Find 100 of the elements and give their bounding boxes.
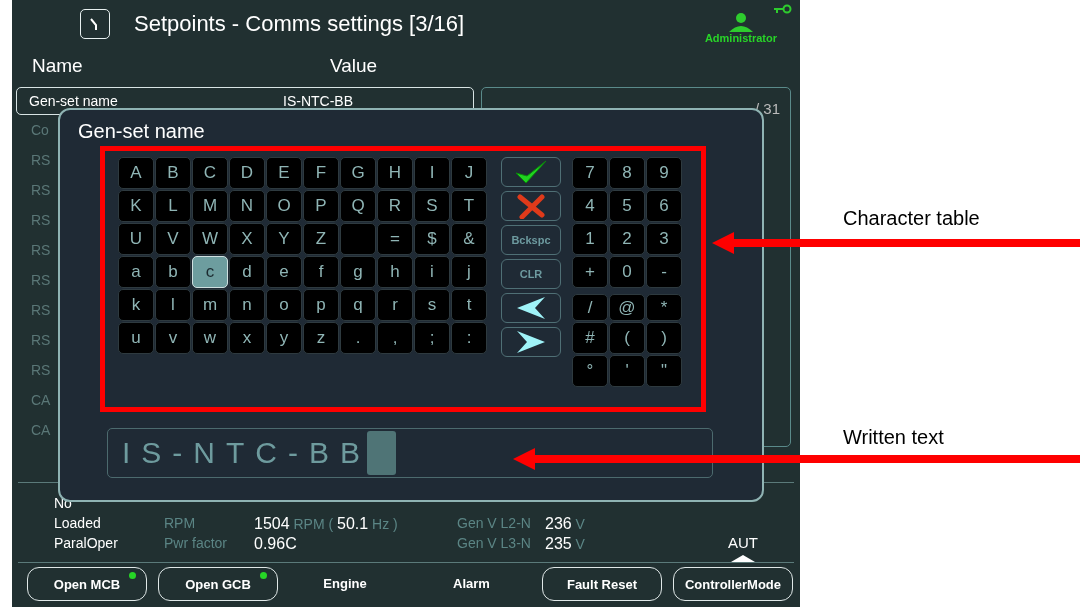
key-button[interactable]: G [340, 157, 376, 189]
key-button[interactable]: p [303, 289, 339, 321]
key-button[interactable]: 3 [646, 223, 682, 255]
key-button[interactable]: q [340, 289, 376, 321]
key-button[interactable]: V [155, 223, 191, 255]
key-button[interactable]: 9 [646, 157, 682, 189]
key-button[interactable]: . [340, 322, 376, 354]
key-button[interactable]: Y [266, 223, 302, 255]
key-button[interactable]: @ [609, 294, 645, 321]
measurement-label: Gen V L2-N [457, 515, 532, 533]
key-button[interactable]: ; [414, 322, 450, 354]
key-button[interactable]: ° [572, 355, 608, 387]
key-button[interactable]: Z [303, 223, 339, 255]
key-button[interactable]: ( [609, 322, 645, 354]
softkey-button[interactable]: ControllerMode [673, 567, 793, 602]
column-header: Name [32, 55, 84, 78]
cancel-button[interactable] [501, 191, 561, 221]
key-button[interactable]: t [451, 289, 487, 321]
key-button[interactable]: m [192, 289, 228, 321]
key-button[interactable]: g [340, 256, 376, 288]
key-button[interactable]: ' [609, 355, 645, 387]
key-button[interactable]: : [451, 322, 487, 354]
key-button[interactable]: e [266, 256, 302, 288]
key-button[interactable]: 7 [572, 157, 608, 189]
key-button[interactable]: a [118, 256, 154, 288]
softkey-button[interactable]: Open GCB [158, 567, 278, 602]
tools-button[interactable] [80, 8, 110, 39]
confirm-button[interactable] [501, 157, 561, 187]
softkey-button[interactable]: Fault Reset [542, 567, 662, 602]
left-arrow-icon [517, 297, 545, 319]
key-button[interactable]: 8 [609, 157, 645, 189]
key-button[interactable]: 0 [609, 256, 645, 288]
key-button[interactable]: z [303, 322, 339, 354]
key-button[interactable]: s [414, 289, 450, 321]
key-button[interactable]: J [451, 157, 487, 189]
key-button[interactable]: T [451, 190, 487, 222]
key-button[interactable]: 5 [609, 190, 645, 222]
key-button[interactable]: # [572, 322, 608, 354]
key-button[interactable]: r [377, 289, 413, 321]
keyboard-button[interactable]: CLR [501, 259, 561, 289]
key-button[interactable]: w [192, 322, 228, 354]
key-button[interactable]: j [451, 256, 487, 288]
softkey-label[interactable]: Alarm [412, 567, 531, 607]
key-button[interactable]: F [303, 157, 339, 189]
key-button[interactable]: 4 [572, 190, 608, 222]
key-button[interactable]: X [229, 223, 265, 255]
key-button[interactable]: b [155, 256, 191, 288]
key-button[interactable]: l [155, 289, 191, 321]
softkey-label[interactable]: Engine [289, 567, 401, 607]
key-button[interactable]: S [414, 190, 450, 222]
text-input-field[interactable]: IS-NTC-BB [107, 428, 713, 478]
key-button[interactable]: O [266, 190, 302, 222]
key-button[interactable]: R [377, 190, 413, 222]
key-button[interactable]: 1 [572, 223, 608, 255]
key-button[interactable]: v [155, 322, 191, 354]
key-button[interactable]: ) [646, 322, 682, 354]
key-button[interactable]: y [266, 322, 302, 354]
key-button[interactable]: P [303, 190, 339, 222]
key-button[interactable]: W [192, 223, 228, 255]
key-button[interactable]: k [118, 289, 154, 321]
mode-text: AUT [728, 534, 758, 552]
key-button[interactable]: i [414, 256, 450, 288]
key-button[interactable]: n [229, 289, 265, 321]
key-button[interactable]: M [192, 190, 228, 222]
key-button[interactable]: - [646, 256, 682, 288]
key-button[interactable]: C [192, 157, 228, 189]
keyboard-button[interactable]: Bckspc [501, 225, 561, 255]
window-title: Setpoints - Comms settings [3/16] [134, 10, 465, 37]
key-button[interactable]: d [229, 256, 265, 288]
key-button[interactable]: E [266, 157, 302, 189]
key-button[interactable]: c [192, 256, 228, 288]
key-button[interactable]: / [572, 294, 608, 321]
key-button[interactable]: & [451, 223, 487, 255]
key-button[interactable]: L [155, 190, 191, 222]
key-button[interactable]: A [118, 157, 154, 189]
key-button[interactable]: $ [414, 223, 450, 255]
key-button[interactable]: h [377, 256, 413, 288]
key-button[interactable]: = [377, 223, 413, 255]
key-button[interactable]: D [229, 157, 265, 189]
cursor-left-button[interactable] [501, 293, 561, 323]
key-button[interactable]: B [155, 157, 191, 189]
key-button[interactable]: , [377, 322, 413, 354]
key-button[interactable]: H [377, 157, 413, 189]
key-button[interactable]: 6 [646, 190, 682, 222]
key-button[interactable]: * [646, 294, 682, 321]
softkey-button[interactable]: Open MCB [27, 567, 147, 602]
key-button[interactable]: x [229, 322, 265, 354]
key-button[interactable]: N [229, 190, 265, 222]
key-button[interactable]: Q [340, 190, 376, 222]
key-button[interactable]: U [118, 223, 154, 255]
key-button[interactable]: o [266, 289, 302, 321]
measurement-value: 236 V [545, 515, 586, 534]
key-button[interactable]: K [118, 190, 154, 222]
key-button[interactable]: u [118, 322, 154, 354]
key-button[interactable]: " [646, 355, 682, 387]
key-button[interactable]: 2 [609, 223, 645, 255]
cursor-right-button[interactable] [501, 327, 561, 357]
key-button[interactable]: f [303, 256, 339, 288]
key-button[interactable]: + [572, 256, 608, 288]
key-button[interactable]: I [414, 157, 450, 189]
